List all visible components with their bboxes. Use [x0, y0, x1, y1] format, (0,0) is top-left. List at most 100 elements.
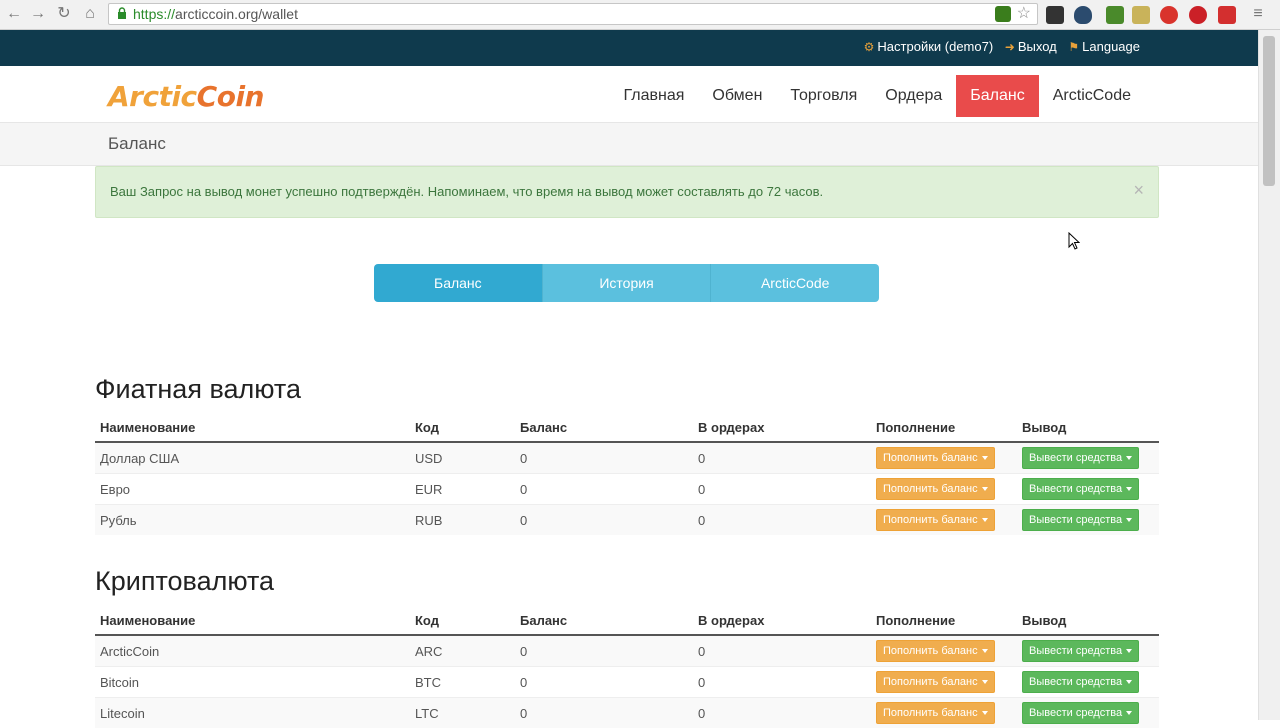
- table-row: Litecoin LTC 0 0 Пополнить баланс Вывест…: [95, 698, 1159, 728]
- extension-icon[interactable]: [1218, 6, 1236, 24]
- currency-code: USD: [410, 442, 515, 474]
- alert-message: Ваш Запрос на вывод монет успешно подтве…: [110, 184, 823, 199]
- currency-name: ArcticCoin: [95, 635, 410, 667]
- table-row: Евро EUR 0 0 Пополнить баланс Вывести ср…: [95, 474, 1159, 505]
- extension-icon[interactable]: [995, 6, 1011, 22]
- balance-value: 0: [515, 442, 693, 474]
- column-header: В ордерах: [693, 413, 871, 442]
- nav-trade[interactable]: Торговля: [776, 75, 871, 117]
- deposit-button[interactable]: Пополнить баланс: [876, 478, 995, 500]
- top-user-bar: ⚙Настройки (demo7) ➜Выход ⚑Language: [0, 30, 1258, 66]
- column-header: В ордерах: [693, 606, 871, 635]
- caret-down-icon: [1126, 518, 1132, 522]
- logout-icon: ➜: [1005, 40, 1015, 54]
- balance-value: 0: [515, 635, 693, 667]
- column-header: Наименование: [95, 413, 410, 442]
- column-header: Вывод: [1017, 606, 1159, 635]
- extension-icon[interactable]: [1160, 6, 1178, 24]
- extension-icon[interactable]: [1106, 6, 1124, 24]
- crypto-table: Наименование Код Баланс В ордерах Пополн…: [95, 606, 1159, 728]
- nav-orders[interactable]: Ордера: [871, 75, 956, 117]
- nav-arcticcode[interactable]: ArcticCode: [1039, 75, 1145, 117]
- hamburger-icon[interactable]: ≡: [1248, 4, 1268, 24]
- logout-link[interactable]: ➜Выход: [1005, 39, 1057, 54]
- breadcrumb: Баланс: [0, 122, 1258, 166]
- column-header: Баланс: [515, 606, 693, 635]
- column-header: Вывод: [1017, 413, 1159, 442]
- table-row: Рубль RUB 0 0 Пополнить баланс Вывести с…: [95, 505, 1159, 536]
- currency-code: RUB: [410, 505, 515, 536]
- currency-code: EUR: [410, 474, 515, 505]
- url-text: https://arcticcoin.org/wallet: [133, 6, 298, 22]
- nav-balance[interactable]: Баланс: [956, 75, 1038, 117]
- column-header: Код: [410, 413, 515, 442]
- currency-code: BTC: [410, 667, 515, 698]
- withdraw-button[interactable]: Вывести средства: [1022, 447, 1139, 469]
- deposit-button[interactable]: Пополнить баланс: [876, 702, 995, 724]
- reload-icon[interactable]: ↻: [54, 4, 74, 24]
- caret-down-icon: [1126, 711, 1132, 715]
- withdraw-button[interactable]: Вывести средства: [1022, 640, 1139, 662]
- main-nav: Главная Обмен Торговля Ордера Баланс Arc…: [610, 75, 1145, 117]
- caret-down-icon: [1126, 649, 1132, 653]
- column-header: Пополнение: [871, 606, 1017, 635]
- fiat-table: Наименование Код Баланс В ордерах Пополн…: [95, 413, 1159, 535]
- withdraw-button[interactable]: Вывести средства: [1022, 509, 1139, 531]
- deposit-button[interactable]: Пополнить баланс: [876, 640, 995, 662]
- scrollbar-thumb[interactable]: [1263, 36, 1275, 186]
- orders-value: 0: [693, 667, 871, 698]
- bookmark-star-icon[interactable]: ☆: [1017, 4, 1031, 24]
- orders-value: 0: [693, 442, 871, 474]
- tab-arcticcode[interactable]: ArcticCode: [710, 264, 879, 302]
- caret-down-icon: [1126, 456, 1132, 460]
- extension-icon[interactable]: [1046, 6, 1064, 24]
- currency-code: LTC: [410, 698, 515, 728]
- withdraw-button[interactable]: Вывести средства: [1022, 478, 1139, 500]
- withdraw-button[interactable]: Вывести средства: [1022, 702, 1139, 724]
- balance-value: 0: [515, 474, 693, 505]
- caret-down-icon: [1126, 680, 1132, 684]
- pinterest-icon[interactable]: [1189, 6, 1207, 24]
- extension-icon[interactable]: [1132, 6, 1150, 24]
- caret-down-icon: [982, 487, 988, 491]
- language-link[interactable]: ⚑Language: [1068, 39, 1140, 54]
- deposit-button[interactable]: Пополнить баланс: [876, 509, 995, 531]
- logo[interactable]: ArcticCoin: [108, 80, 264, 113]
- column-header: Код: [410, 606, 515, 635]
- currency-name: Bitcoin: [95, 667, 410, 698]
- fiat-section-title: Фиатная валюта: [95, 374, 301, 405]
- deposit-button[interactable]: Пополнить баланс: [876, 447, 995, 469]
- home-icon[interactable]: ⌂: [80, 4, 100, 24]
- nav-home[interactable]: Главная: [610, 75, 699, 117]
- currency-name: Рубль: [95, 505, 410, 536]
- crypto-section-title: Криптовалюта: [95, 566, 274, 597]
- currency-name: Евро: [95, 474, 410, 505]
- tab-history[interactable]: История: [542, 264, 711, 302]
- nav-exchange[interactable]: Обмен: [698, 75, 776, 117]
- close-icon[interactable]: ×: [1133, 180, 1144, 200]
- orders-value: 0: [693, 635, 871, 667]
- column-header: Наименование: [95, 606, 410, 635]
- caret-down-icon: [982, 680, 988, 684]
- currency-code: ARC: [410, 635, 515, 667]
- back-arrow-icon[interactable]: ←: [4, 4, 24, 24]
- tab-balance[interactable]: Баланс: [374, 264, 542, 302]
- caret-down-icon: [1126, 487, 1132, 491]
- shield-extension-icon[interactable]: [1074, 6, 1092, 24]
- caret-down-icon: [982, 711, 988, 715]
- column-header: Баланс: [515, 413, 693, 442]
- orders-value: 0: [693, 474, 871, 505]
- deposit-button[interactable]: Пополнить баланс: [876, 671, 995, 693]
- browser-toolbar: ← → ↻ ⌂ https://arcticcoin.org/wallet ☆ …: [0, 0, 1280, 30]
- settings-link[interactable]: ⚙Настройки (demo7): [864, 39, 994, 54]
- forward-arrow-icon[interactable]: →: [28, 4, 48, 24]
- orders-value: 0: [693, 505, 871, 536]
- page-scrollbar[interactable]: [1258, 30, 1280, 720]
- column-header: Пополнение: [871, 413, 1017, 442]
- address-bar[interactable]: https://arcticcoin.org/wallet ☆: [108, 3, 1038, 25]
- orders-value: 0: [693, 698, 871, 728]
- currency-name: Litecoin: [95, 698, 410, 728]
- currency-name: Доллар США: [95, 442, 410, 474]
- withdraw-button[interactable]: Вывести средства: [1022, 671, 1139, 693]
- mouse-cursor-icon: [1068, 232, 1080, 250]
